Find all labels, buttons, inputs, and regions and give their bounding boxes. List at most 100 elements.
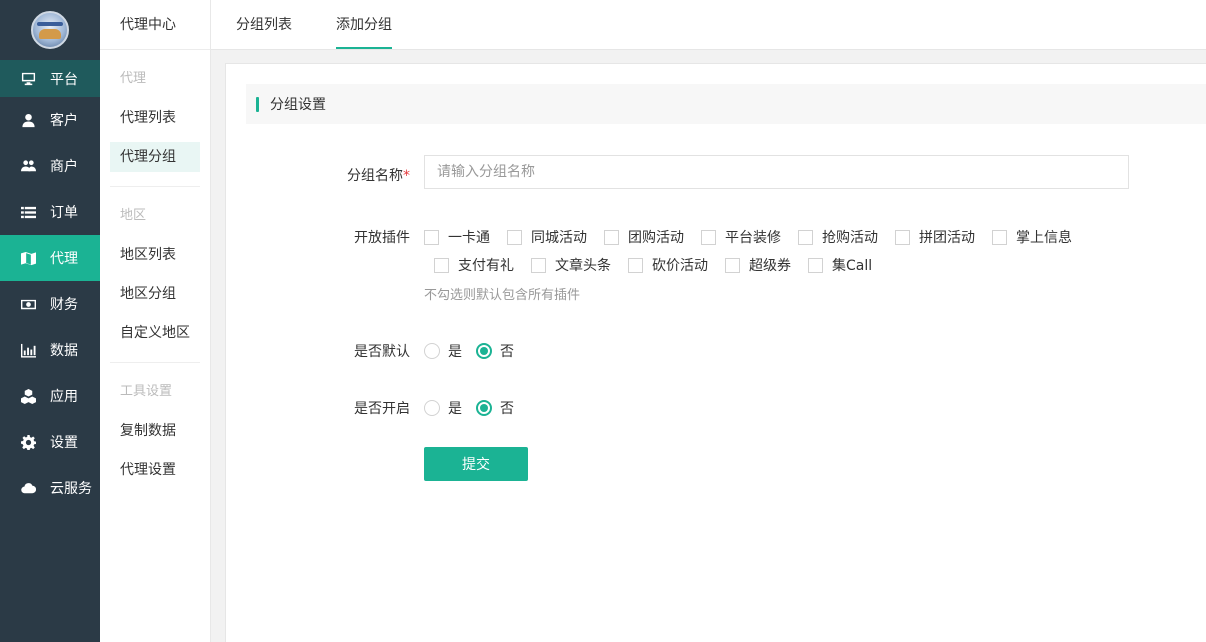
radio-label: 是 xyxy=(448,344,462,360)
plugin-checkbox-yikatong[interactable]: 一卡通 xyxy=(424,227,490,247)
checkbox-label: 集Call xyxy=(832,258,873,274)
bar-chart-icon xyxy=(20,342,36,358)
checkbox-box[interactable] xyxy=(701,229,716,245)
group-name-label-text: 分组名称 xyxy=(347,168,403,184)
required-mark: * xyxy=(403,168,410,184)
subnav-item-agent-settings[interactable]: 代理设置 xyxy=(110,455,200,485)
radio-circle[interactable] xyxy=(476,343,492,359)
group-name-input[interactable] xyxy=(424,155,1129,189)
subnav-item-region-group[interactable]: 地区分组 xyxy=(110,279,200,309)
checkbox-box[interactable] xyxy=(725,257,740,273)
subnav-title: 代理中心 xyxy=(100,0,210,50)
plugin-checkbox-super-coupon[interactable]: 超级券 xyxy=(725,255,791,275)
subnav-item-agent-group[interactable]: 代理分组 xyxy=(110,142,200,172)
subnav-group-label: 地区 xyxy=(120,208,147,223)
checkbox-box[interactable] xyxy=(895,229,910,245)
is-open-no-radio[interactable]: 否 xyxy=(476,398,514,418)
group-name-label: 分组名称* xyxy=(226,165,410,185)
checkbox-box[interactable] xyxy=(798,229,813,245)
checkbox-box[interactable] xyxy=(531,257,546,273)
sidebar-item-label: 订单 xyxy=(50,205,78,221)
checkbox-label: 文章头条 xyxy=(555,258,611,274)
plugin-checkbox-article-headline[interactable]: 文章头条 xyxy=(531,255,611,275)
subnav-group-label: 工具设置 xyxy=(120,384,173,399)
is-default-no-radio[interactable]: 否 xyxy=(476,341,514,361)
checkbox-box[interactable] xyxy=(992,229,1007,245)
checkbox-label: 抢购活动 xyxy=(822,230,878,246)
tab-add-group[interactable]: 添加分组 xyxy=(336,0,392,50)
subnav-item-region-list[interactable]: 地区列表 xyxy=(110,240,200,270)
checkbox-label: 平台装修 xyxy=(725,230,781,246)
section-header: 分组设置 xyxy=(246,84,1206,124)
subnav-item-agent-list[interactable]: 代理列表 xyxy=(110,103,200,133)
sidebar-item-customer[interactable]: 客户 xyxy=(0,97,100,143)
sidebar-item-label: 设置 xyxy=(50,435,78,451)
sidebar-item-order[interactable]: 订单 xyxy=(0,189,100,235)
sidebar-item-agent[interactable]: 代理 xyxy=(0,235,100,281)
subnav-item-copy-data[interactable]: 复制数据 xyxy=(110,416,200,446)
sidebar-item-settings[interactable]: 设置 xyxy=(0,419,100,465)
content-card: 分组设置 分组名称* 开放插件 一卡通 同城活动 团购活动 平台装修 抢购活动 … xyxy=(225,63,1206,642)
radio-label: 是 xyxy=(448,401,462,417)
radio-circle[interactable] xyxy=(424,343,440,359)
sidebar-item-merchant[interactable]: 商户 xyxy=(0,143,100,189)
plugins-row-2: 支付有礼 文章头条 砍价活动 超级券 集Call xyxy=(434,255,889,275)
top-tab-bar: 分组列表 添加分组 xyxy=(211,0,1206,50)
sidebar-item-label: 客户 xyxy=(50,113,78,129)
subnav-item-custom-region[interactable]: 自定义地区 xyxy=(110,318,200,348)
plugin-checkbox-palm-info[interactable]: 掌上信息 xyxy=(992,227,1072,247)
plugin-checkbox-pay-gift[interactable]: 支付有礼 xyxy=(434,255,514,275)
cubes-icon xyxy=(20,388,36,404)
plugin-checkbox-city-event[interactable]: 同城活动 xyxy=(507,227,587,247)
plugins-hint: 不勾选则默认包含所有插件 xyxy=(424,288,581,303)
plugin-checkbox-ji-call[interactable]: 集Call xyxy=(808,255,872,275)
sidebar-item-label: 代理 xyxy=(50,251,78,267)
checkbox-box[interactable] xyxy=(628,257,643,273)
sidebar-item-finance[interactable]: 财务 xyxy=(0,281,100,327)
checkbox-box[interactable] xyxy=(808,257,823,273)
sidebar-item-label: 商户 xyxy=(50,159,78,175)
monitor-icon xyxy=(20,71,36,87)
submit-button[interactable]: 提交 xyxy=(424,447,528,481)
primary-sidebar: 平台 客户 商户 订单 代理 财务 数据 应用 设置 云服务 xyxy=(0,0,100,642)
radio-circle[interactable] xyxy=(424,400,440,416)
sidebar-item-label: 云服务 xyxy=(50,481,92,497)
checkbox-box[interactable] xyxy=(604,229,619,245)
checkbox-box[interactable] xyxy=(434,257,449,273)
secondary-sidebar: 代理中心 代理 代理列表 代理分组 地区 地区列表 地区分组 自定义地区 工具设… xyxy=(100,0,211,642)
is-default-radio-group: 是 否 xyxy=(424,341,528,361)
is-default-label: 是否默认 xyxy=(354,344,410,360)
plugin-checkbox-group-buy[interactable]: 团购活动 xyxy=(604,227,684,247)
checkbox-label: 砍价活动 xyxy=(652,258,708,274)
money-icon xyxy=(20,296,36,312)
radio-label: 否 xyxy=(500,401,514,417)
tab-group-list[interactable]: 分组列表 xyxy=(236,0,292,50)
is-open-yes-radio[interactable]: 是 xyxy=(424,398,462,418)
plugin-checkbox-flash-sale[interactable]: 抢购活动 xyxy=(798,227,878,247)
sidebar-item-platform[interactable]: 平台 xyxy=(0,60,100,97)
radio-circle[interactable] xyxy=(476,400,492,416)
plugin-checkbox-bargain[interactable]: 砍价活动 xyxy=(628,255,708,275)
checkbox-label: 超级券 xyxy=(749,258,791,274)
checkbox-box[interactable] xyxy=(424,229,439,245)
checkbox-box[interactable] xyxy=(507,229,522,245)
plugin-checkbox-team-buy[interactable]: 拼团活动 xyxy=(895,227,975,247)
sidebar-item-apps[interactable]: 应用 xyxy=(0,373,100,419)
sidebar-item-cloud[interactable]: 云服务 xyxy=(0,465,100,511)
is-open-label: 是否开启 xyxy=(354,401,410,417)
is-default-yes-radio[interactable]: 是 xyxy=(424,341,462,361)
sidebar-item-label: 平台 xyxy=(50,71,78,88)
cloud-icon xyxy=(20,480,36,496)
sidebar-item-label: 数据 xyxy=(50,343,78,359)
logo[interactable] xyxy=(0,0,100,60)
checkbox-label: 拼团活动 xyxy=(919,230,975,246)
plugins-row-1: 一卡通 同城活动 团购活动 平台装修 抢购活动 拼团活动 掌上信息 xyxy=(424,227,1089,247)
plugin-checkbox-platform-decor[interactable]: 平台装修 xyxy=(701,227,781,247)
user-icon xyxy=(20,112,36,128)
users-icon xyxy=(20,158,36,174)
radio-label: 否 xyxy=(500,344,514,360)
sidebar-item-label: 财务 xyxy=(50,297,78,313)
sidebar-item-data[interactable]: 数据 xyxy=(0,327,100,373)
divider xyxy=(110,362,200,363)
list-icon xyxy=(20,204,36,220)
